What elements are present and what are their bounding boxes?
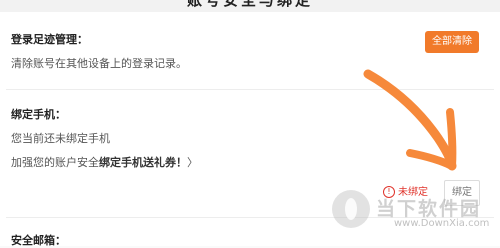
page-title: 账号安全与绑定: [186, 0, 313, 9]
phone-status-text: 您当前还未绑定手机: [11, 132, 110, 145]
login-footprint-title: 登录足迹管理：: [11, 33, 88, 46]
divider: [6, 89, 494, 90]
phone-promo-link[interactable]: 加强您的账户安全绑定手机送礼券！〉: [11, 156, 198, 170]
clear-all-button[interactable]: 全部清除: [425, 31, 479, 53]
promo-prefix: 加强您的账户安全: [11, 156, 99, 169]
site-logo-icon: [332, 190, 370, 228]
watermark-en: www.DownXia.com: [394, 218, 490, 229]
login-footprint-description: 清除账号在其他设备上的登录记录。: [11, 57, 187, 70]
promo-bold-text: 绑定手机送礼券！: [99, 156, 187, 169]
chevron-right-icon: 〉: [187, 156, 198, 169]
watermark-cn: 当下软件园: [376, 198, 482, 220]
phone-binding-title: 绑定手机：: [11, 108, 66, 121]
top-bar: 账号安全与绑定: [0, 0, 500, 12]
site-watermark: 当下软件园 www.DownXia.com: [330, 186, 500, 246]
